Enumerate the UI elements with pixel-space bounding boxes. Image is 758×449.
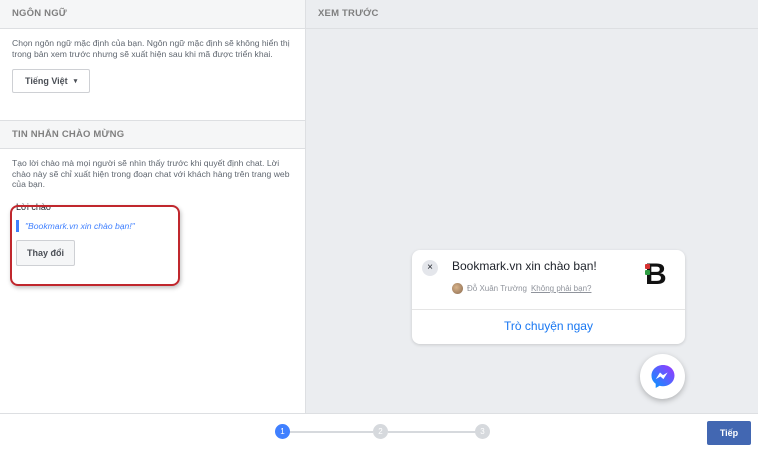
welcome-section-header: TIN NHẮN CHÀO MỪNG bbox=[0, 120, 305, 149]
language-description: Chọn ngôn ngữ mặc định của bạn. Ngôn ngữ… bbox=[12, 38, 290, 59]
messenger-icon bbox=[651, 364, 674, 388]
brand-logo: B bbox=[645, 260, 671, 290]
preview-user-line: Đỗ Xuân Trường Không phải bạn? bbox=[452, 283, 591, 294]
greeting-preview-card: × Bookmark.vn xin chào bạn! Đỗ Xuân Trườ… bbox=[412, 250, 685, 344]
caret-down-icon: ▾ bbox=[73, 78, 78, 86]
not-you-link[interactable]: Không phải bạn? bbox=[531, 284, 592, 293]
greeting-block: Lời chào "Bookmark.vn xin chào bạn!" Tha… bbox=[12, 202, 293, 266]
language-section: Chọn ngôn ngữ mặc định của bạn. Ngôn ngữ… bbox=[0, 29, 305, 120]
language-dropdown[interactable]: Tiếng Việt ▾ bbox=[12, 69, 91, 94]
language-dropdown-label: Tiếng Việt bbox=[25, 76, 68, 87]
preview-header: XEM TRƯỚC bbox=[306, 0, 758, 29]
greeting-label: Lời chào bbox=[16, 201, 51, 212]
stepper-line bbox=[388, 431, 476, 433]
close-icon[interactable]: × bbox=[422, 260, 438, 276]
messenger-launcher[interactable] bbox=[640, 354, 685, 399]
preview-greeting-title: Bookmark.vn xin chào bạn! bbox=[452, 259, 597, 273]
chat-now-button[interactable]: Trò chuyện ngay bbox=[412, 309, 685, 344]
stepper-line bbox=[289, 431, 373, 433]
next-button[interactable]: Tiếp bbox=[707, 421, 751, 445]
brand-logo-red-mark bbox=[645, 264, 650, 269]
language-section-header: NGÔN NGỮ bbox=[0, 0, 305, 29]
step-2: 2 bbox=[373, 424, 388, 439]
settings-panel: NGÔN NGỮ Chọn ngôn ngữ mặc định của bạn.… bbox=[0, 0, 306, 413]
welcome-description: Tạo lời chào mà mọi người sẽ nhìn thấy t… bbox=[12, 158, 290, 190]
setup-footer: 1 2 3 Tiếp bbox=[0, 413, 758, 449]
preview-user-name: Đỗ Xuân Trường bbox=[467, 284, 527, 293]
preview-panel: XEM TRƯỚC × Bookmark.vn xin chào bạn! Đỗ… bbox=[306, 0, 758, 413]
greeting-text: "Bookmark.vn xin chào bạn!" bbox=[16, 219, 293, 232]
chat-plugin-setup: NGÔN NGỮ Chọn ngôn ngữ mặc định của bạn.… bbox=[0, 0, 758, 449]
brand-logo-green-mark bbox=[645, 270, 650, 275]
step-1: 1 bbox=[275, 424, 290, 439]
change-greeting-button[interactable]: Thay đổi bbox=[16, 239, 76, 266]
step-3: 3 bbox=[475, 424, 490, 439]
avatar bbox=[452, 283, 463, 294]
welcome-section: Tạo lời chào mà mọi người sẽ nhìn thấy t… bbox=[0, 149, 305, 266]
